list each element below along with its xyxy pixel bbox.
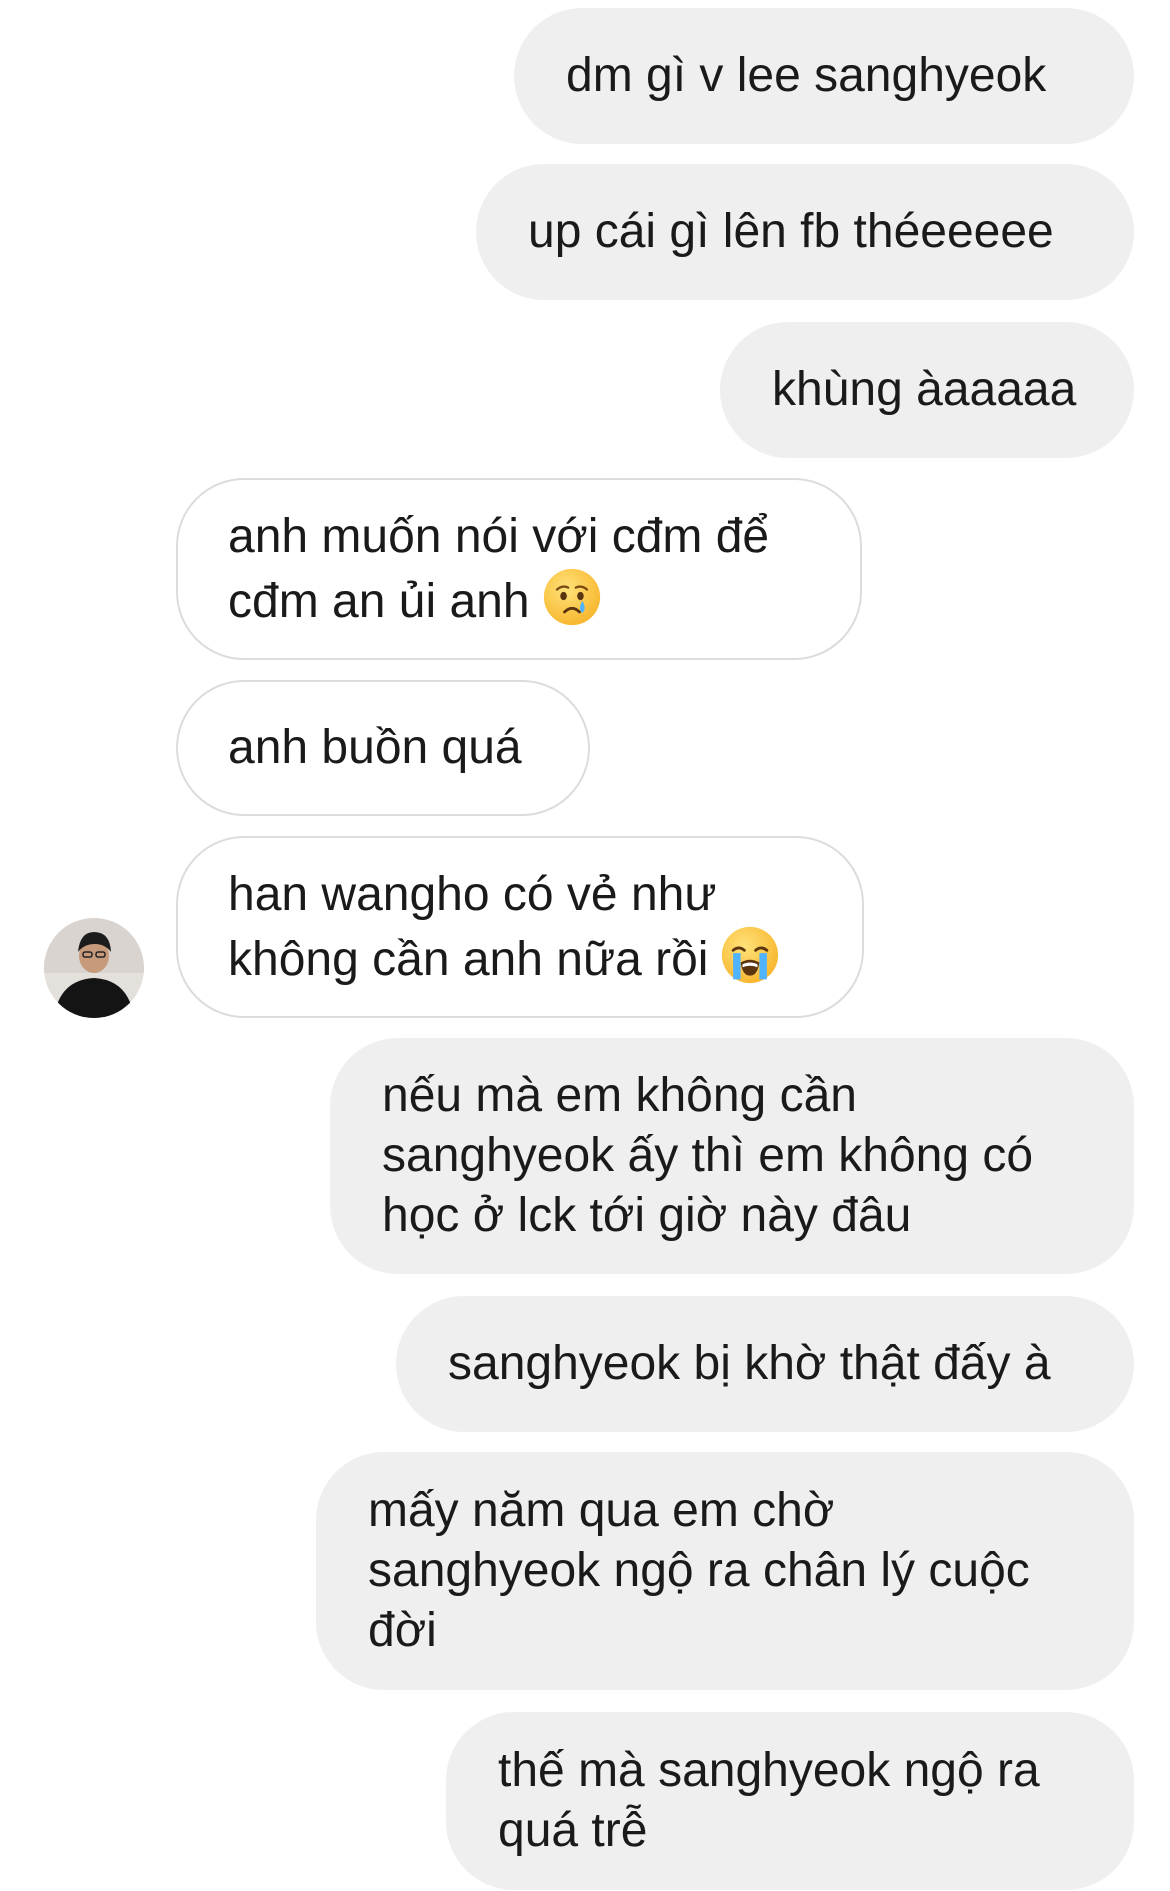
sent-message[interactable]: thế mà sanghyeok ngộ ra quá trễ [446, 1712, 1134, 1890]
sent-message[interactable]: mấy năm qua em chờ sanghyeok ngộ ra chân… [316, 1452, 1134, 1690]
received-message[interactable]: anh muốn nói với cđm để cđm an ủi anh [176, 478, 862, 660]
message-text: up cái gì lên fb théeeeee [528, 205, 1054, 258]
message-text: han wangho có vẻ như không cần anh nữa r… [228, 865, 780, 990]
message-text: thế mà sanghyeok ngộ ra quá trễ [498, 1744, 1040, 1857]
sent-message[interactable]: nếu mà em không cần sanghyeok ấy thì em … [330, 1038, 1134, 1274]
crying-face-icon [543, 568, 600, 625]
received-message[interactable]: anh buồn quá [176, 680, 590, 816]
message-text: khùng àaaaaa [772, 363, 1077, 416]
sent-message[interactable]: khùng àaaaaa [720, 322, 1134, 458]
sent-message[interactable]: dm gì v lee sanghyeok [514, 8, 1134, 144]
message-text: anh muốn nói với cđm để cđm an ủi anh [228, 509, 770, 628]
message-text: mấy năm qua em chờ sanghyeok ngộ ra chân… [368, 1484, 1030, 1657]
received-message[interactable]: han wangho có vẻ như không cần anh nữa r… [176, 836, 864, 1018]
message-text: anh buồn quá [228, 721, 522, 774]
message-text: sanghyeok bị khờ thật đấy à [448, 1337, 1051, 1390]
message-thread: dm gì v lee sanghyeok up cái gì lên fb t… [0, 0, 1170, 1891]
message-text: dm gì v lee sanghyeok [566, 49, 1047, 102]
message-text: nếu mà em không cần sanghyeok ấy thì em … [382, 1069, 1034, 1242]
loudly-crying-face-icon [722, 926, 779, 983]
sent-message[interactable]: up cái gì lên fb théeeeee [476, 164, 1134, 300]
contact-avatar-icon[interactable] [44, 918, 144, 1018]
sent-message[interactable]: sanghyeok bị khờ thật đấy à [396, 1296, 1134, 1432]
